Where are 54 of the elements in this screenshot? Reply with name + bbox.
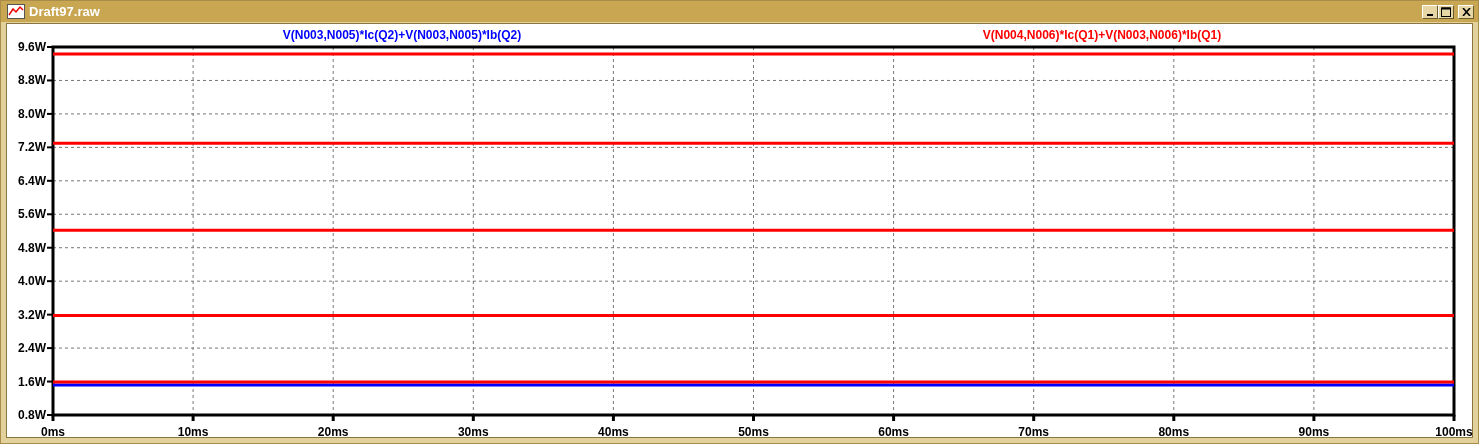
axis-label: 0ms [41, 425, 65, 437]
axis-label: 30ms [457, 425, 489, 437]
tick-mark [752, 415, 755, 421]
tick-mark [46, 146, 54, 149]
axis-label: 90ms [1298, 425, 1330, 437]
tick-mark [46, 179, 54, 182]
tick-mark [46, 112, 54, 115]
tick-mark [191, 415, 195, 421]
axis-label: 0.8W [18, 408, 46, 422]
tick-mark [46, 280, 54, 283]
close-button[interactable] [1458, 4, 1474, 19]
tick-mark [892, 415, 896, 421]
axis-label: 9.6W [18, 40, 46, 54]
tick-mark [46, 213, 54, 216]
axis-label: 8.8W [18, 73, 46, 88]
trace-label: V(N004,N006)*Ic(Q1)+V(N003,N006)*Ib(Q1) [982, 28, 1222, 42]
tick-mark [331, 415, 335, 421]
axis-label: 8.0W [18, 106, 46, 121]
axis-label: 4.0W [18, 274, 46, 289]
tick-mark [1032, 415, 1036, 421]
axis-label: 4.8W [18, 240, 46, 255]
tick-mark [46, 380, 54, 383]
axis-label: 5.6W [18, 207, 46, 222]
tick-mark [46, 46, 54, 48]
axis-label: 60ms [878, 425, 909, 437]
tick-mark [1172, 415, 1176, 421]
trace-label: V(N003,N005)*Ic(Q2)+V(N003,N005)*Ib(Q2) [282, 28, 522, 42]
minimize-icon [1427, 13, 1433, 16]
tick-mark [471, 415, 475, 421]
tick-mark [1452, 415, 1456, 421]
tick-mark [611, 415, 615, 421]
axis-label: 70ms [1018, 425, 1050, 437]
axis-label: 40ms [598, 425, 629, 437]
minimize-button[interactable] [1422, 4, 1438, 19]
waveform-icon [7, 4, 25, 19]
maximize-icon [1441, 6, 1451, 17]
tick-mark [46, 313, 54, 316]
window-title: Draft97.raw [29, 2, 100, 21]
tick-mark [46, 347, 54, 350]
axis-label: 80ms [1158, 425, 1190, 437]
axis-label: 3.2W [18, 307, 46, 322]
axis-label: 100ms [1435, 425, 1473, 437]
axis-label: 20ms [317, 425, 349, 437]
tick-mark [1312, 415, 1316, 421]
axis-label: 2.4W [18, 341, 46, 356]
axis-label: 50ms [738, 425, 769, 437]
close-icon [1461, 7, 1471, 16]
axis-label: 6.4W [18, 173, 46, 188]
axis-label: 1.6W [18, 374, 46, 389]
axis-label: 7.2W [18, 140, 46, 155]
maximize-button[interactable] [1438, 4, 1454, 19]
axis-label: 10ms [177, 425, 209, 437]
tick-mark [46, 79, 54, 82]
tick-mark [46, 246, 54, 249]
